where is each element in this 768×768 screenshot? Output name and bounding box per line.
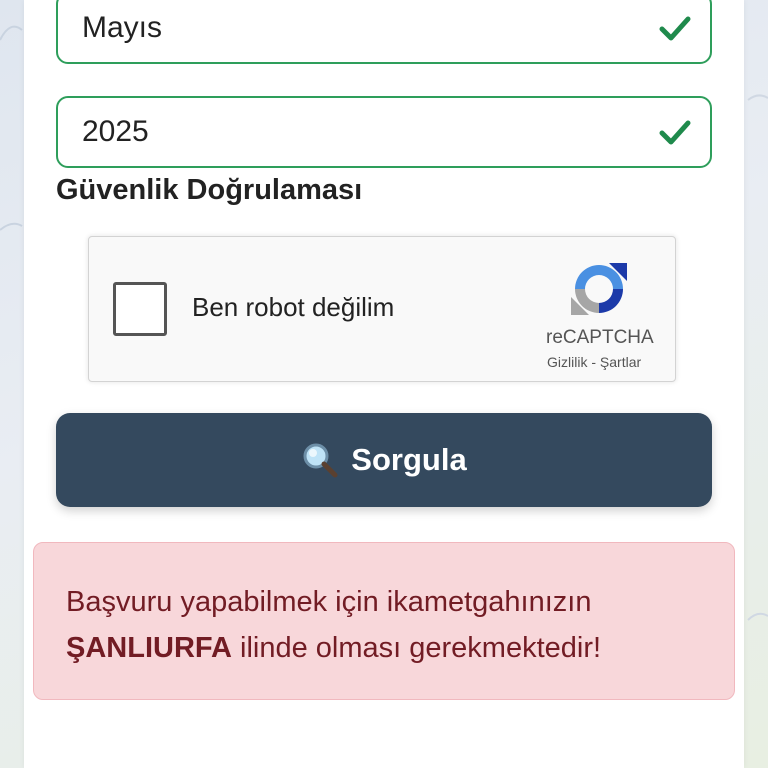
query-button[interactable]: Sorgula (56, 413, 712, 507)
security-verification-title: Güvenlik Doğrulaması (56, 174, 363, 206)
alert-line-2: ŞANLIURFA ilinde olması gerekmektedir! (66, 625, 734, 671)
year-select[interactable]: 2025 (56, 96, 712, 168)
month-value: Mayıs (82, 11, 163, 44)
recaptcha-brand: reCAPTCHA (546, 327, 654, 348)
query-button-label: Sorgula (351, 442, 467, 477)
alert-line-1: Başvuru yapabilmek için ikametgahınızın (66, 586, 592, 618)
recaptcha-widget: Ben robot değilim reCAPTCHA Gizlilik - Ş… (88, 236, 676, 382)
recaptcha-logo-icon (571, 263, 627, 315)
year-value: 2025 (82, 115, 149, 148)
links-separator: - (587, 354, 600, 370)
month-select[interactable]: Mayıs (56, 0, 712, 64)
magnifier-icon (303, 443, 338, 478)
checkmark-icon (659, 120, 691, 145)
terms-link[interactable]: Şartlar (600, 354, 641, 370)
alert-line-2-text: ilinde olması gerekmektedir! (231, 632, 602, 664)
privacy-link[interactable]: Gizlilik (547, 354, 587, 370)
checkmark-icon (659, 16, 691, 41)
alert-province: ŞANLIURFA (66, 632, 232, 664)
recaptcha-links: Gizlilik - Şartlar (547, 354, 641, 370)
recaptcha-checkbox[interactable] (113, 282, 167, 336)
residence-alert: Başvuru yapabilmek için ikametgahınızın … (33, 542, 735, 700)
recaptcha-label: Ben robot değilim (192, 292, 395, 322)
